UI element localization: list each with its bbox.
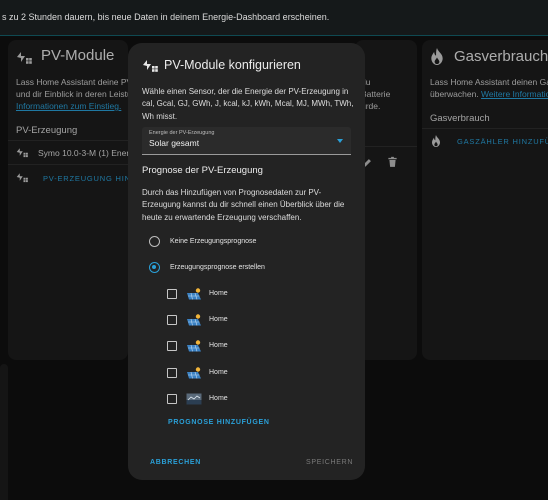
dialog-title: PV-Module konfigurieren [164, 58, 301, 72]
forecast-description: Durch das Hinzufügen von Prognosedaten z… [142, 188, 345, 222]
create-forecast-label: Erzeugungsprognose erstellen [170, 264, 265, 271]
save-button[interactable]: SPEICHERN [306, 459, 353, 466]
add-forecast-button[interactable]: PROGNOSE HINZUFÜGEN [168, 419, 270, 426]
forecast-label: Home [209, 342, 228, 349]
forecast-checkbox[interactable] [167, 368, 177, 378]
solar-panel-icon [187, 288, 201, 300]
solar-panel-icon [187, 340, 201, 352]
info-banner: s zu 2 Stunden dauern, bis neue Daten in… [0, 0, 548, 36]
dialog-intro: Wähle einen Sensor, der die Energie der … [142, 87, 354, 121]
select-label: Energie der PV-Erzeugung [149, 130, 215, 136]
forecast-label: Home [209, 290, 228, 297]
forecast-integration-icon [186, 393, 202, 405]
forecast-checkbox[interactable] [167, 394, 177, 404]
configure-pv-dialog: PV-Module konfigurieren Wähle einen Sens… [128, 43, 365, 480]
create-forecast-radio[interactable] [149, 262, 160, 273]
no-forecast-radio[interactable] [149, 236, 160, 247]
forecast-checkbox[interactable] [167, 315, 177, 325]
dropdown-arrow-icon [337, 139, 343, 143]
banner-text: s zu 2 Stunden dauern, bis neue Daten in… [2, 12, 330, 22]
forecast-label: Home [209, 369, 228, 376]
forecast-checkbox[interactable] [167, 289, 177, 299]
forecast-label: Home [209, 316, 228, 323]
forecast-section-title: Prognose der PV-Erzeugung [142, 165, 263, 176]
no-forecast-label: Keine Erzeugungsprognose [170, 238, 257, 245]
energy-sensor-select[interactable]: Energie der PV-Erzeugung Solar gesamt [142, 127, 351, 155]
select-value: Solar gesamt [149, 138, 200, 148]
solar-panel-icon [187, 314, 201, 326]
solar-panel-icon [187, 367, 201, 379]
forecast-checkbox[interactable] [167, 341, 177, 351]
solar-power-icon [143, 60, 158, 72]
forecast-label: Home [209, 395, 228, 402]
cancel-button[interactable]: ABBRECHEN [150, 459, 201, 466]
